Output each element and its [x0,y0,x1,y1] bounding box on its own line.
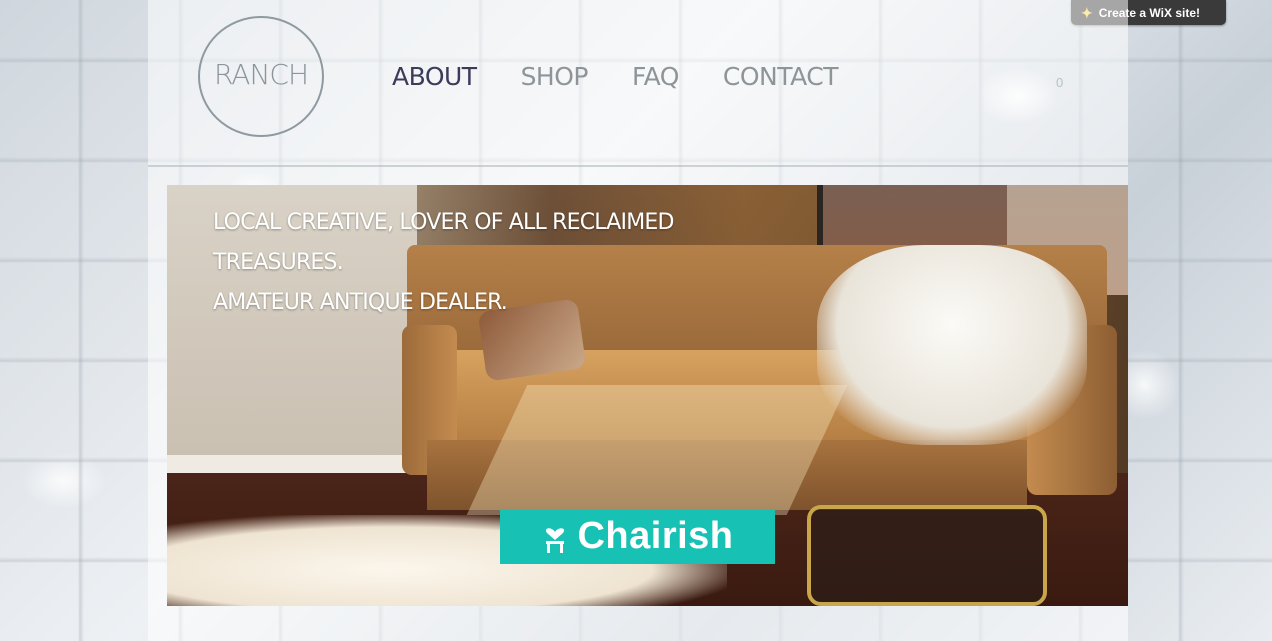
hero-tagline: Local creative, lover of all reclaimed t… [213,203,813,323]
hero-baseboard [167,455,417,473]
hero-image: Local creative, lover of all reclaimed t… [167,185,1128,606]
chair-heart-icon [546,527,565,553]
logo-text: RANCH [213,58,309,91]
hero-line-1: Local creative, lover of all reclaimed [213,210,674,235]
hero-line-3: Amateur antique dealer. [213,290,508,315]
hero-side-table [807,505,1047,606]
site-header: RANCH ABOUT SHOP FAQ CONTACT 0 [148,0,1128,167]
cart-count[interactable]: 0 [1056,75,1063,90]
chairish-button[interactable]: Chairish [500,509,775,564]
hero-sunbeam [466,385,848,515]
hero-throw-blanket [817,245,1087,445]
site-logo[interactable]: RANCH [198,16,324,137]
nav-item-faq[interactable]: FAQ [632,62,679,91]
nav-item-shop[interactable]: SHOP [521,62,589,91]
nav-item-about[interactable]: ABOUT [392,62,477,91]
main-nav: ABOUT SHOP FAQ CONTACT [392,62,882,91]
nav-item-contact[interactable]: CONTACT [723,62,839,91]
hero-line-2: treasures. [213,250,344,275]
chairish-label: Chairish [577,515,734,557]
page-column: RANCH ABOUT SHOP FAQ CONTACT 0 Local cre… [148,0,1128,641]
